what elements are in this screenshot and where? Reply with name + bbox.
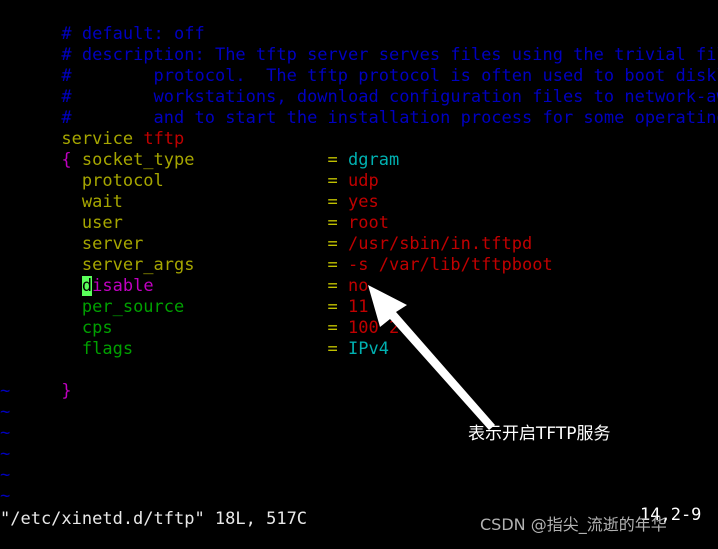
- equals-sign: =: [327, 171, 349, 191]
- attribute-name: flags: [81, 339, 328, 359]
- equals-sign: =: [327, 297, 349, 317]
- terminal-screen[interactable]: # default: off # description: The tftp s…: [0, 0, 718, 549]
- attribute-name: protocol: [81, 171, 328, 191]
- attribute-name: cps: [81, 318, 328, 338]
- service-keyword: service: [61, 129, 134, 149]
- attribute-row[interactable]: wait = yes: [0, 192, 718, 213]
- comment-text: and to start the installation process fo…: [153, 108, 718, 128]
- comment-text: description: The tftp server serves file…: [81, 45, 718, 65]
- csdn-watermark: CSDN @指尖_流逝的年华: [480, 515, 667, 534]
- tilde-filler-line: ~: [0, 381, 718, 402]
- attribute-row[interactable]: cps = 100 2: [0, 318, 718, 339]
- comment-text: protocol. The tftp protocol is often use…: [71, 66, 718, 86]
- attribute-row[interactable]: user = root: [0, 213, 718, 234]
- tilde-glyph: ~: [0, 486, 11, 506]
- attribute-name: isable: [92, 276, 328, 296]
- equals-sign: =: [327, 150, 349, 170]
- attribute-name: user: [81, 213, 328, 233]
- attribute-value: -s /var/lib/tftpboot: [348, 255, 553, 275]
- comment-hash: #: [61, 108, 72, 128]
- attribute-value: IPv4: [348, 339, 389, 359]
- equals-sign: =: [327, 318, 349, 338]
- attribute-row[interactable]: disable = no: [0, 276, 718, 297]
- attribute-value: /usr/sbin/in.tftpd: [348, 234, 533, 254]
- attribute-row[interactable]: server = /usr/sbin/in.tftpd: [0, 234, 718, 255]
- equals-sign: =: [327, 213, 349, 233]
- tilde-glyph: ~: [0, 444, 11, 464]
- tilde-glyph: ~: [0, 381, 11, 401]
- attribute-rows: socket_type = dgram protocol = udp wait …: [0, 150, 718, 360]
- tilde-filler-line: ~: [0, 465, 718, 486]
- buffer-line-comment: # default: off: [0, 3, 718, 44]
- comment-text: workstations, download configuration fil…: [153, 87, 718, 107]
- vim-cursor: d: [81, 276, 93, 296]
- attribute-value: no: [348, 276, 369, 296]
- attribute-value: 11: [348, 297, 369, 317]
- attribute-row[interactable]: server_args = -s /var/lib/tftpboot: [0, 255, 718, 276]
- attribute-row[interactable]: flags = IPv4: [0, 339, 718, 360]
- tilde-glyph: ~: [0, 423, 11, 443]
- comment-hash: #: [61, 66, 72, 86]
- close-brace: }: [61, 381, 72, 401]
- comment-hash: #: [61, 24, 82, 44]
- comment-hash: #: [61, 45, 82, 65]
- annotation-label: 表示开启TFTP服务: [468, 424, 611, 444]
- equals-sign: =: [327, 234, 349, 254]
- tilde-filler-line: ~: [0, 402, 718, 423]
- buffer-line-close-brace: }: [0, 360, 718, 401]
- tilde-filler-line: ~: [0, 486, 718, 507]
- attribute-value: udp: [348, 171, 379, 191]
- equals-sign: =: [327, 192, 349, 212]
- attribute-name: wait: [81, 192, 328, 212]
- attribute-row[interactable]: per_source = 11: [0, 297, 718, 318]
- tilde-glyph: ~: [0, 465, 11, 485]
- attribute-row[interactable]: socket_type = dgram: [0, 150, 718, 171]
- attribute-value: yes: [348, 192, 379, 212]
- attribute-row[interactable]: protocol = udp: [0, 171, 718, 192]
- attribute-name: server: [81, 234, 328, 254]
- service-name: tftp: [143, 129, 185, 149]
- attribute-value: dgram: [348, 150, 400, 170]
- equals-sign: =: [327, 276, 349, 296]
- attribute-value: root: [348, 213, 389, 233]
- comment-text: default: off: [81, 24, 205, 44]
- attribute-name: per_source: [81, 297, 328, 317]
- tilde-glyph: ~: [0, 402, 11, 422]
- attribute-name: server_args: [81, 255, 328, 275]
- attribute-name: socket_type: [81, 150, 328, 170]
- tilde-filler-line: ~: [0, 444, 718, 465]
- equals-sign: =: [327, 339, 349, 359]
- comment-hash: #: [61, 87, 72, 107]
- attribute-value: 100 2: [348, 318, 400, 338]
- equals-sign: =: [327, 255, 349, 275]
